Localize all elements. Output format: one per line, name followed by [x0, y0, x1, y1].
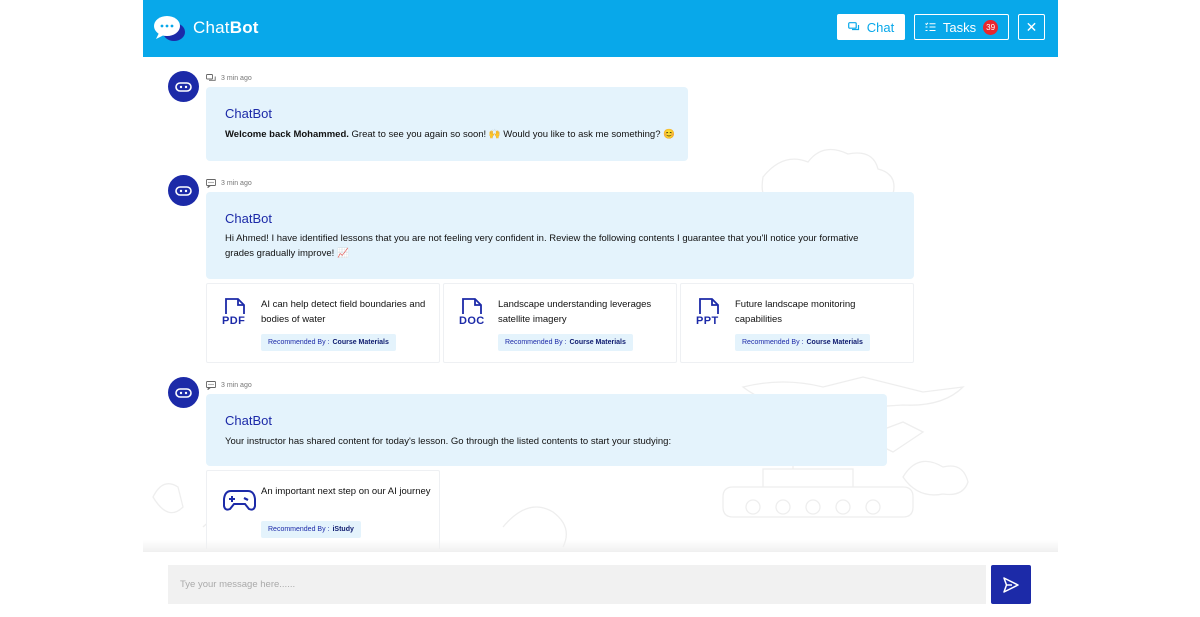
message-sender: ChatBot: [225, 211, 272, 226]
chat-icon: [847, 22, 859, 31]
recommended-by-tag: Recommended By : Course Materials: [498, 334, 633, 351]
message-timestamp: 3 min ago: [221, 180, 252, 187]
comment-dots-icon: [206, 381, 216, 390]
message-meta: 3 min ago: [206, 179, 252, 188]
message-input[interactable]: [168, 565, 986, 604]
recommended-by-source: Course Materials: [569, 339, 626, 346]
chat-button[interactable]: Chat: [837, 14, 905, 40]
chatbot-logo-icon: [154, 16, 185, 41]
send-icon: [1003, 576, 1019, 593]
gamepad-icon: [223, 490, 256, 511]
message-meta: 3 min ago: [206, 74, 252, 82]
message-text: Welcome back Mohammed. Great to see you …: [225, 127, 675, 142]
content-card[interactable]: An important next step on our AI journey…: [206, 470, 440, 549]
bot-face-icon: [175, 185, 192, 196]
app-title-light: Chat: [193, 18, 230, 37]
content-card-title: An important next step on our AI journey: [261, 486, 431, 497]
app-header: ChatBot Chat Tasks 39 ✕: [143, 0, 1058, 57]
message-sender: ChatBot: [225, 413, 272, 428]
chatbot-avatar: [168, 377, 199, 408]
message-text-rest: Great to see you again so soon! 🙌 Would …: [348, 129, 675, 140]
feed-bottom-shadow: [143, 540, 1058, 552]
content-card[interactable]: DOC Landscape understanding leverages sa…: [443, 283, 677, 363]
recommended-by-source: Course Materials: [806, 339, 863, 346]
chat-feed[interactable]: 3 min ago ChatBot Welcome back Mohammed.…: [143, 57, 1058, 549]
content-card-title: Landscape understanding leverages satell…: [498, 299, 652, 325]
recommended-by-tag: Recommended By : iStudy: [261, 521, 361, 538]
recommended-by-source: iStudy: [332, 526, 354, 533]
content-card-title: AI can help detect field boundaries and …: [261, 299, 426, 325]
chatbot-avatar: [168, 71, 199, 102]
message-text-bold: Welcome back Mohammed.: [225, 129, 349, 140]
file-type-label: PDF: [222, 315, 246, 327]
content-card-title: Future landscape monitoring capabilities: [735, 299, 856, 325]
bot-face-icon: [175, 81, 192, 92]
content-card[interactable]: PDF AI can help detect field boundaries …: [206, 283, 440, 363]
recommended-by-label: Recommended By :: [742, 339, 804, 346]
chat-bubbles-icon: [206, 74, 216, 81]
recommended-by-label: Recommended By :: [268, 526, 330, 533]
recommended-by-label: Recommended By :: [268, 339, 330, 346]
tasks-button[interactable]: Tasks 39: [914, 14, 1009, 40]
message-meta: 3 min ago: [206, 381, 252, 390]
chatbot-avatar: [168, 175, 199, 206]
send-button[interactable]: [991, 565, 1031, 604]
tasks-button-label: Tasks: [942, 19, 977, 35]
message-bubble: ChatBot Hi Ahmed! I have identified less…: [206, 192, 914, 279]
recommended-by-tag: Recommended By : Course Materials: [735, 334, 870, 351]
comment-dots-icon: [206, 179, 216, 188]
recommended-by-label: Recommended By :: [505, 339, 567, 346]
file-type-label: PPT: [696, 315, 719, 327]
message-bubble: ChatBot Your instructor has shared conte…: [206, 394, 887, 466]
app-title-bold: Bot: [229, 18, 259, 37]
message-text: Hi Ahmed! I have identified lessons that…: [225, 233, 859, 259]
chatbot-app: ChatBot Chat Tasks 39 ✕ 3 min ago ChatBo…: [143, 0, 1058, 617]
bot-face-icon: [175, 387, 192, 398]
tasks-list-icon: [925, 22, 936, 31]
message-timestamp: 3 min ago: [221, 74, 252, 82]
message-text: Your instructor has shared content for t…: [225, 436, 672, 447]
close-button[interactable]: ✕: [1018, 14, 1045, 40]
doc-file-icon: [462, 298, 482, 314]
message-bubble: ChatBot Welcome back Mohammed. Great to …: [206, 87, 688, 161]
close-icon: ✕: [1025, 18, 1038, 35]
file-type-label: DOC: [459, 315, 485, 327]
message-timestamp: 3 min ago: [221, 382, 252, 389]
recommended-by-source: Course Materials: [332, 339, 389, 346]
chat-button-label: Chat: [866, 19, 895, 35]
ppt-file-icon: [699, 298, 719, 314]
content-card[interactable]: PPT Future landscape monitoring capabili…: [680, 283, 914, 363]
app-title: ChatBot: [193, 18, 259, 38]
recommended-by-tag: Recommended By : Course Materials: [261, 334, 396, 351]
tasks-count-badge: 39: [983, 19, 999, 35]
pdf-file-icon: [225, 298, 245, 314]
message-sender: ChatBot: [225, 106, 272, 121]
